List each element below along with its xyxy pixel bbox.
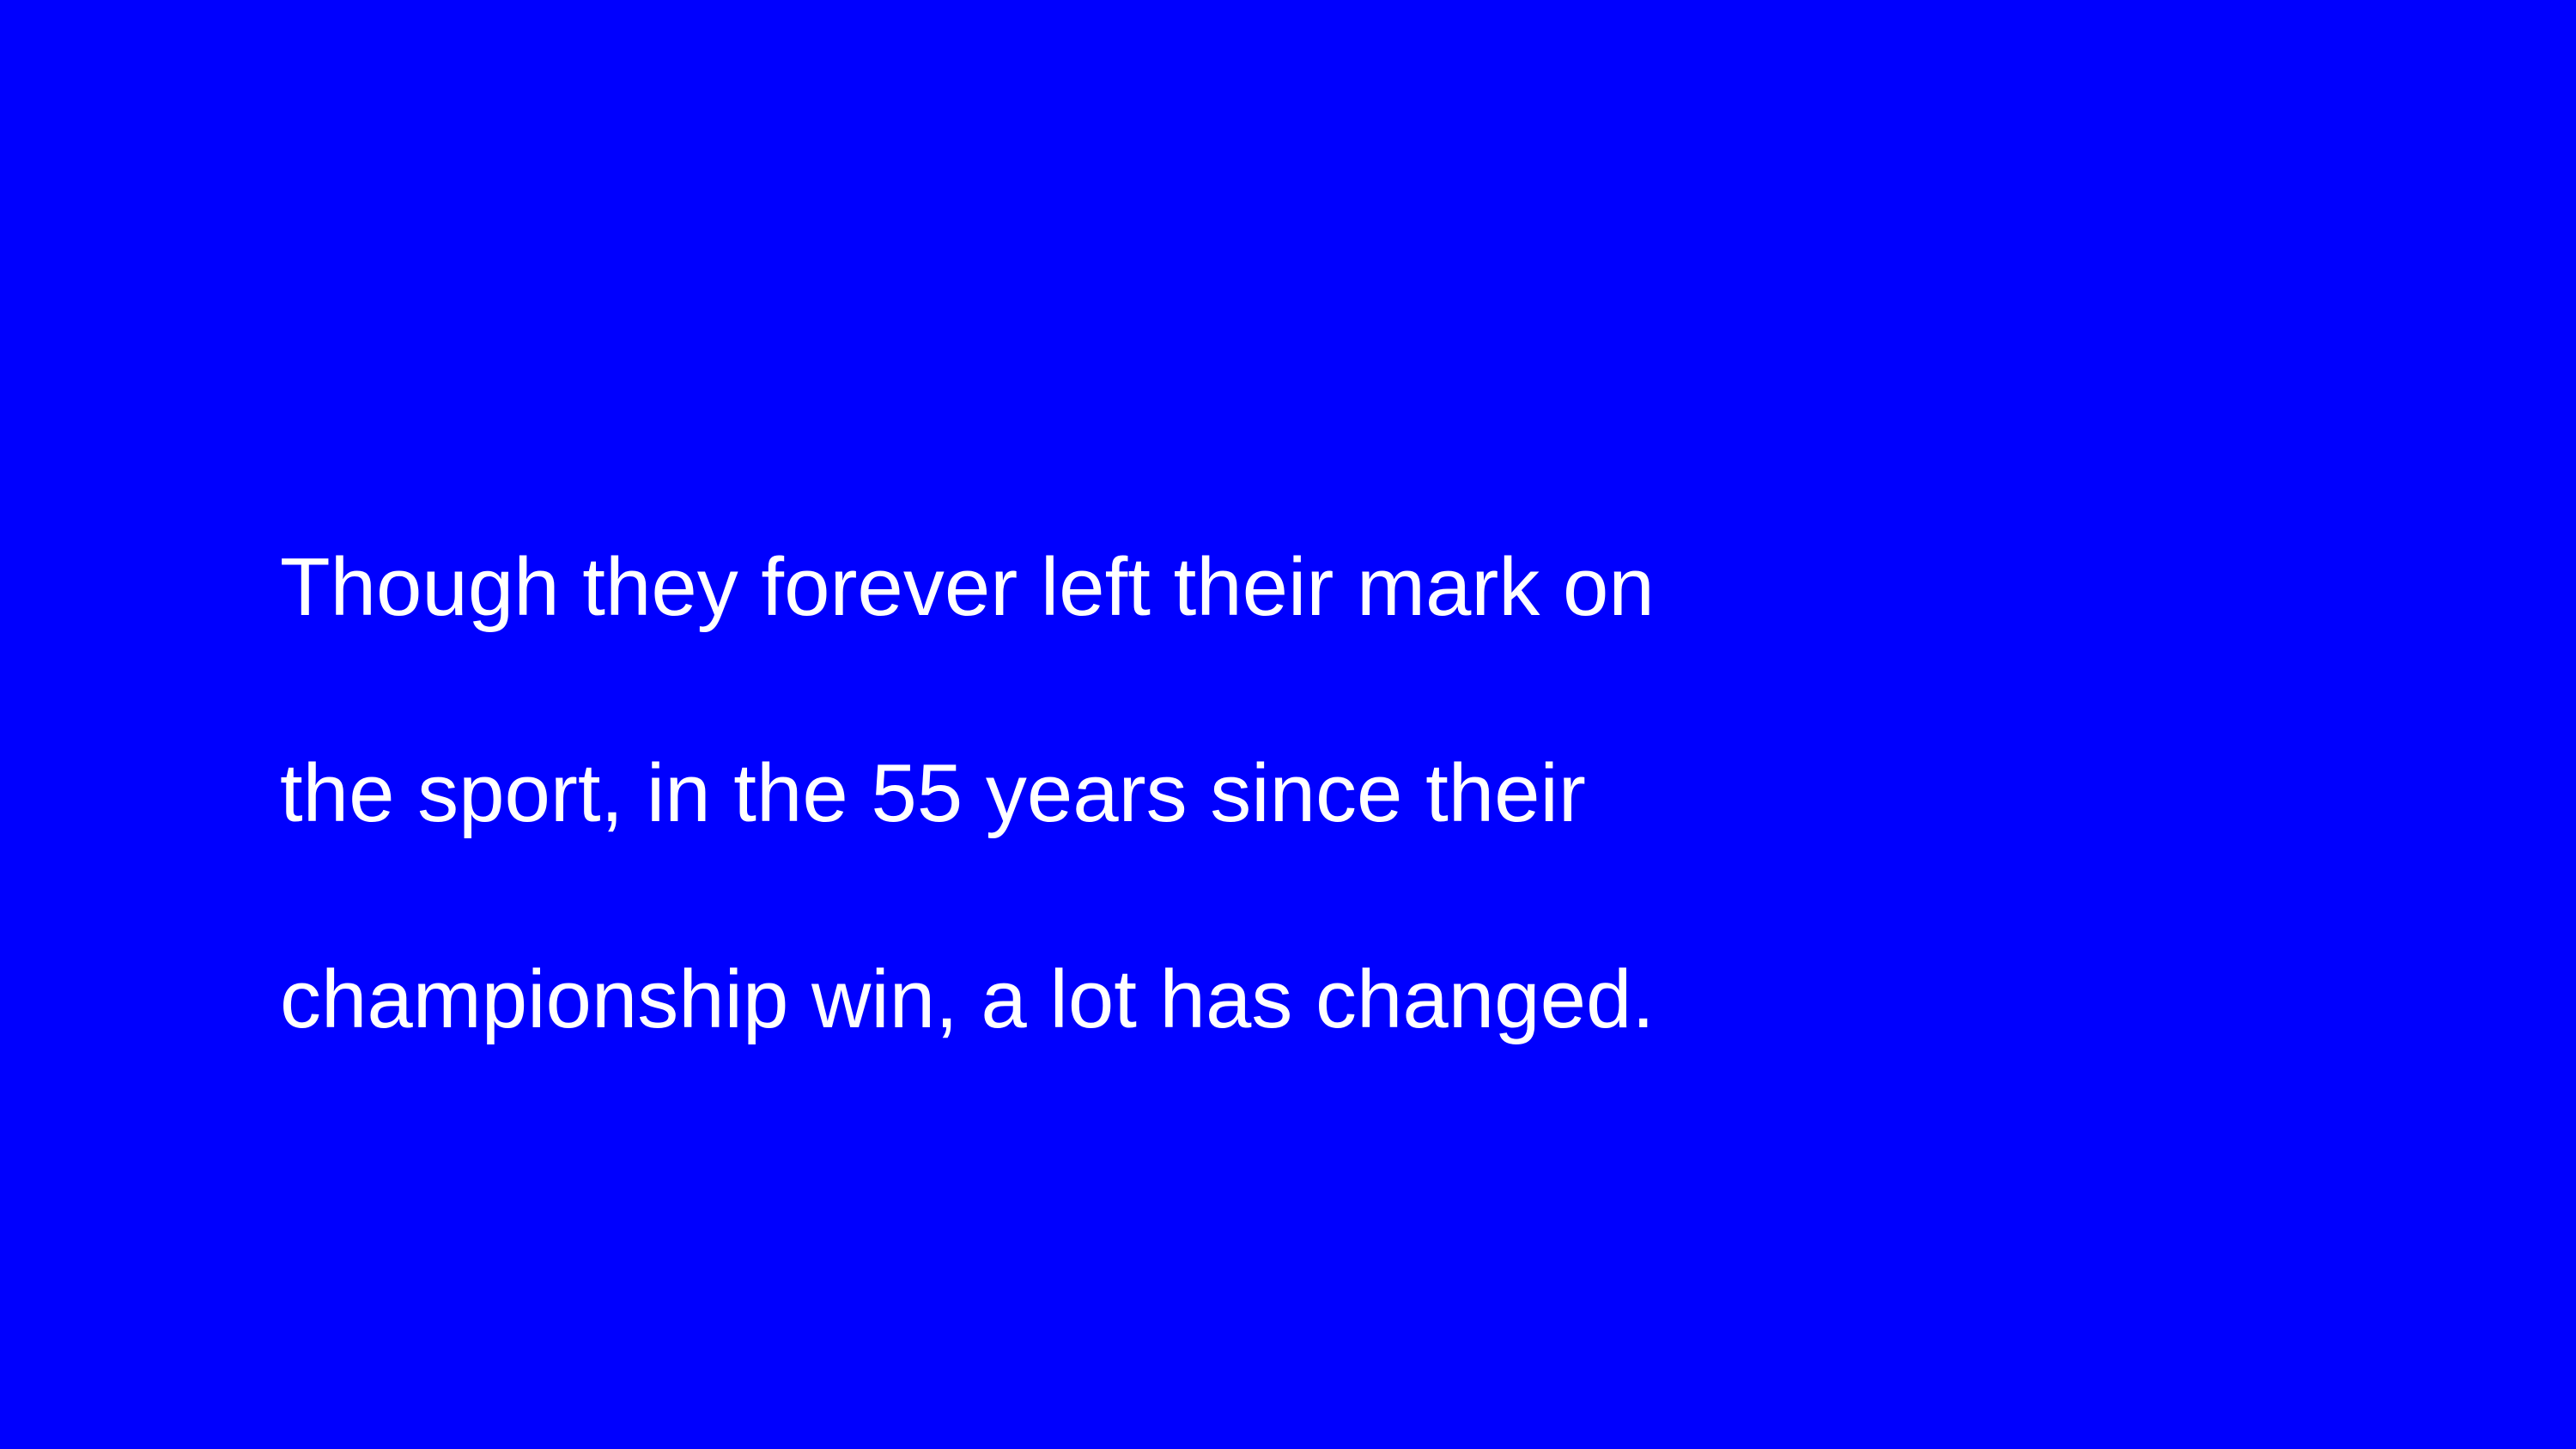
slide-canvas: Though they forever left their mark on t…	[0, 0, 2576, 1449]
caption-line-2: the sport, in the 55 years since their	[280, 747, 1586, 839]
caption-line-1: Though they forever left their mark on	[280, 541, 1655, 633]
caption-text: Though they forever left their mark on t…	[280, 546, 2255, 1041]
caption-line-3: championship win, a lot has changed.	[280, 953, 1656, 1045]
